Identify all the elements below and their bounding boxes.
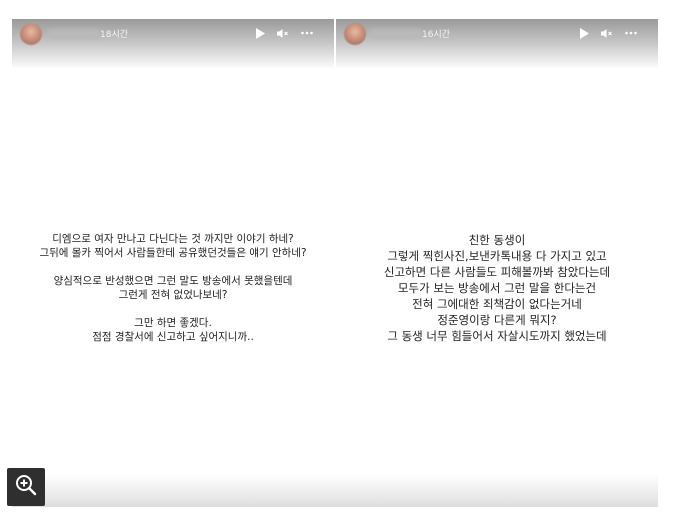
story-line: 그런게 전혀 없었나보네? xyxy=(118,289,228,301)
zoom-in-icon xyxy=(14,473,38,501)
avatar[interactable] xyxy=(20,23,42,45)
story-line: 전혀 그에대한 죄책감이 없다는거네 xyxy=(412,297,582,311)
play-icon[interactable] xyxy=(580,27,589,39)
story-controls xyxy=(580,25,649,41)
story-line: 그렇게 찍힌사진,보낸카톡내용 다 가지고 있고 xyxy=(387,249,607,263)
story-line: 신고하면 다른 사람들도 피해볼까봐 참았다는데 xyxy=(383,265,611,279)
story-timestamp: 16시간 xyxy=(422,30,451,40)
volume-muted-icon[interactable] xyxy=(277,28,289,39)
play-icon[interactable] xyxy=(256,27,265,39)
story-line: 친한 동생이 xyxy=(468,233,526,247)
story-line: 그만 하면 좋겠다. xyxy=(134,317,212,329)
story-line: 그뒤에 몰카 찍어서 사람들한테 공유했던것들은 얘기 안하네? xyxy=(39,247,307,259)
avatar[interactable] xyxy=(344,23,366,45)
story-comparison-image: 18시간 디엠으로 여자 만나고 다닌다는 것 까지만 이야기 하네? 그뒤에 … xyxy=(0,0,678,525)
story-line: 정준영이랑 다른게 뭐지? xyxy=(437,313,557,327)
story-line: 디엠으로 여자 만나고 다닌다는 것 까지만 이야기 하네? xyxy=(52,233,294,245)
story-header: 16시간 xyxy=(336,19,658,69)
username-blurred xyxy=(370,29,422,39)
bottom-shade xyxy=(12,474,658,507)
story-text: 친한 동생이 그렇게 찍힌사진,보낸카톡내용 다 가지고 있고 신고하면 다른 … xyxy=(336,69,658,507)
story-panel-right: 16시간 친한 동생이 그렇게 찍힌사진,보낸카톡내용 다 가지고 있고 신고하… xyxy=(336,19,658,507)
story-line: 그 동생 너무 힘들어서 자살시도까지 했었는데 xyxy=(387,329,607,343)
story-header: 18시간 xyxy=(12,19,334,69)
story-panel-left: 18시간 디엠으로 여자 만나고 다닌다는 것 까지만 이야기 하네? 그뒤에 … xyxy=(12,19,334,507)
username-blurred xyxy=(48,29,100,39)
story-line: 모두가 보는 방송에서 그런 말을 한다는건 xyxy=(397,281,597,295)
more-icon[interactable] xyxy=(301,31,313,35)
story-text: 디엠으로 여자 만나고 다닌다는 것 까지만 이야기 하네? 그뒤에 몰카 찍어… xyxy=(12,69,334,507)
zoom-in-button[interactable] xyxy=(7,468,45,506)
volume-muted-icon[interactable] xyxy=(601,28,613,39)
story-line: 양심적으로 반성했으면 그런 말도 방송에서 못했을텐데 xyxy=(53,275,293,287)
story-controls xyxy=(256,25,325,41)
story-line: 점점 경찰서에 신고하고 싶어지니까.. xyxy=(92,331,254,343)
more-icon[interactable] xyxy=(625,31,637,35)
story-timestamp: 18시간 xyxy=(100,30,129,40)
